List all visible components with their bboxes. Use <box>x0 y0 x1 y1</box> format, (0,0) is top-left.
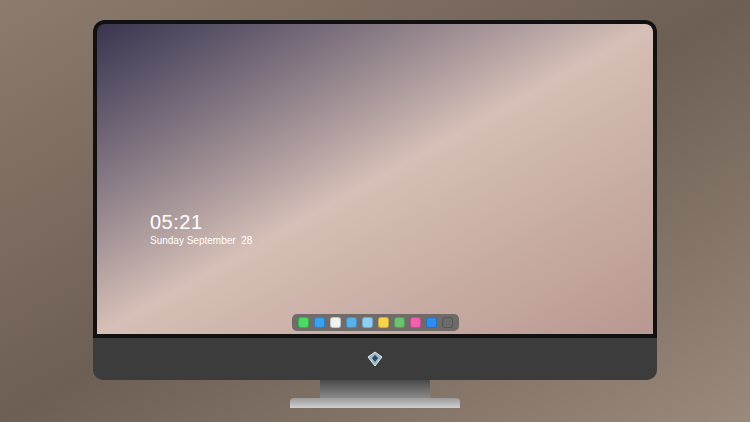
clock-time: 05:21 <box>150 210 653 234</box>
monitor-base <box>290 398 460 408</box>
dock <box>292 314 459 331</box>
page: 05:21Sunday September 28 <box>0 0 750 422</box>
logo-icon <box>367 351 383 367</box>
dock-app-icon[interactable] <box>362 317 373 328</box>
monitor: 05:21Sunday September 28 <box>93 20 657 408</box>
dock-app-icon[interactable] <box>314 317 325 328</box>
monitor-chin <box>93 338 657 380</box>
monitor-screen-frame: 05:21Sunday September 28 <box>93 20 657 338</box>
dock-app-icon[interactable] <box>426 317 437 328</box>
monitor-neck <box>320 380 430 398</box>
dock-app-icon[interactable] <box>330 317 341 328</box>
clock-widget: 05:21Sunday September 28 <box>97 24 653 247</box>
dock-app-icon[interactable] <box>394 317 405 328</box>
dock-app-icon[interactable] <box>346 317 357 328</box>
dock-app-icon[interactable] <box>378 317 389 328</box>
clock-date: Sunday September 28 <box>150 234 653 247</box>
dock-app-icon[interactable] <box>410 317 421 328</box>
dock-app-icon[interactable] <box>442 317 453 328</box>
dock-app-icon[interactable] <box>298 317 309 328</box>
lock-screen: 05:21Sunday September 28 <box>97 24 653 334</box>
